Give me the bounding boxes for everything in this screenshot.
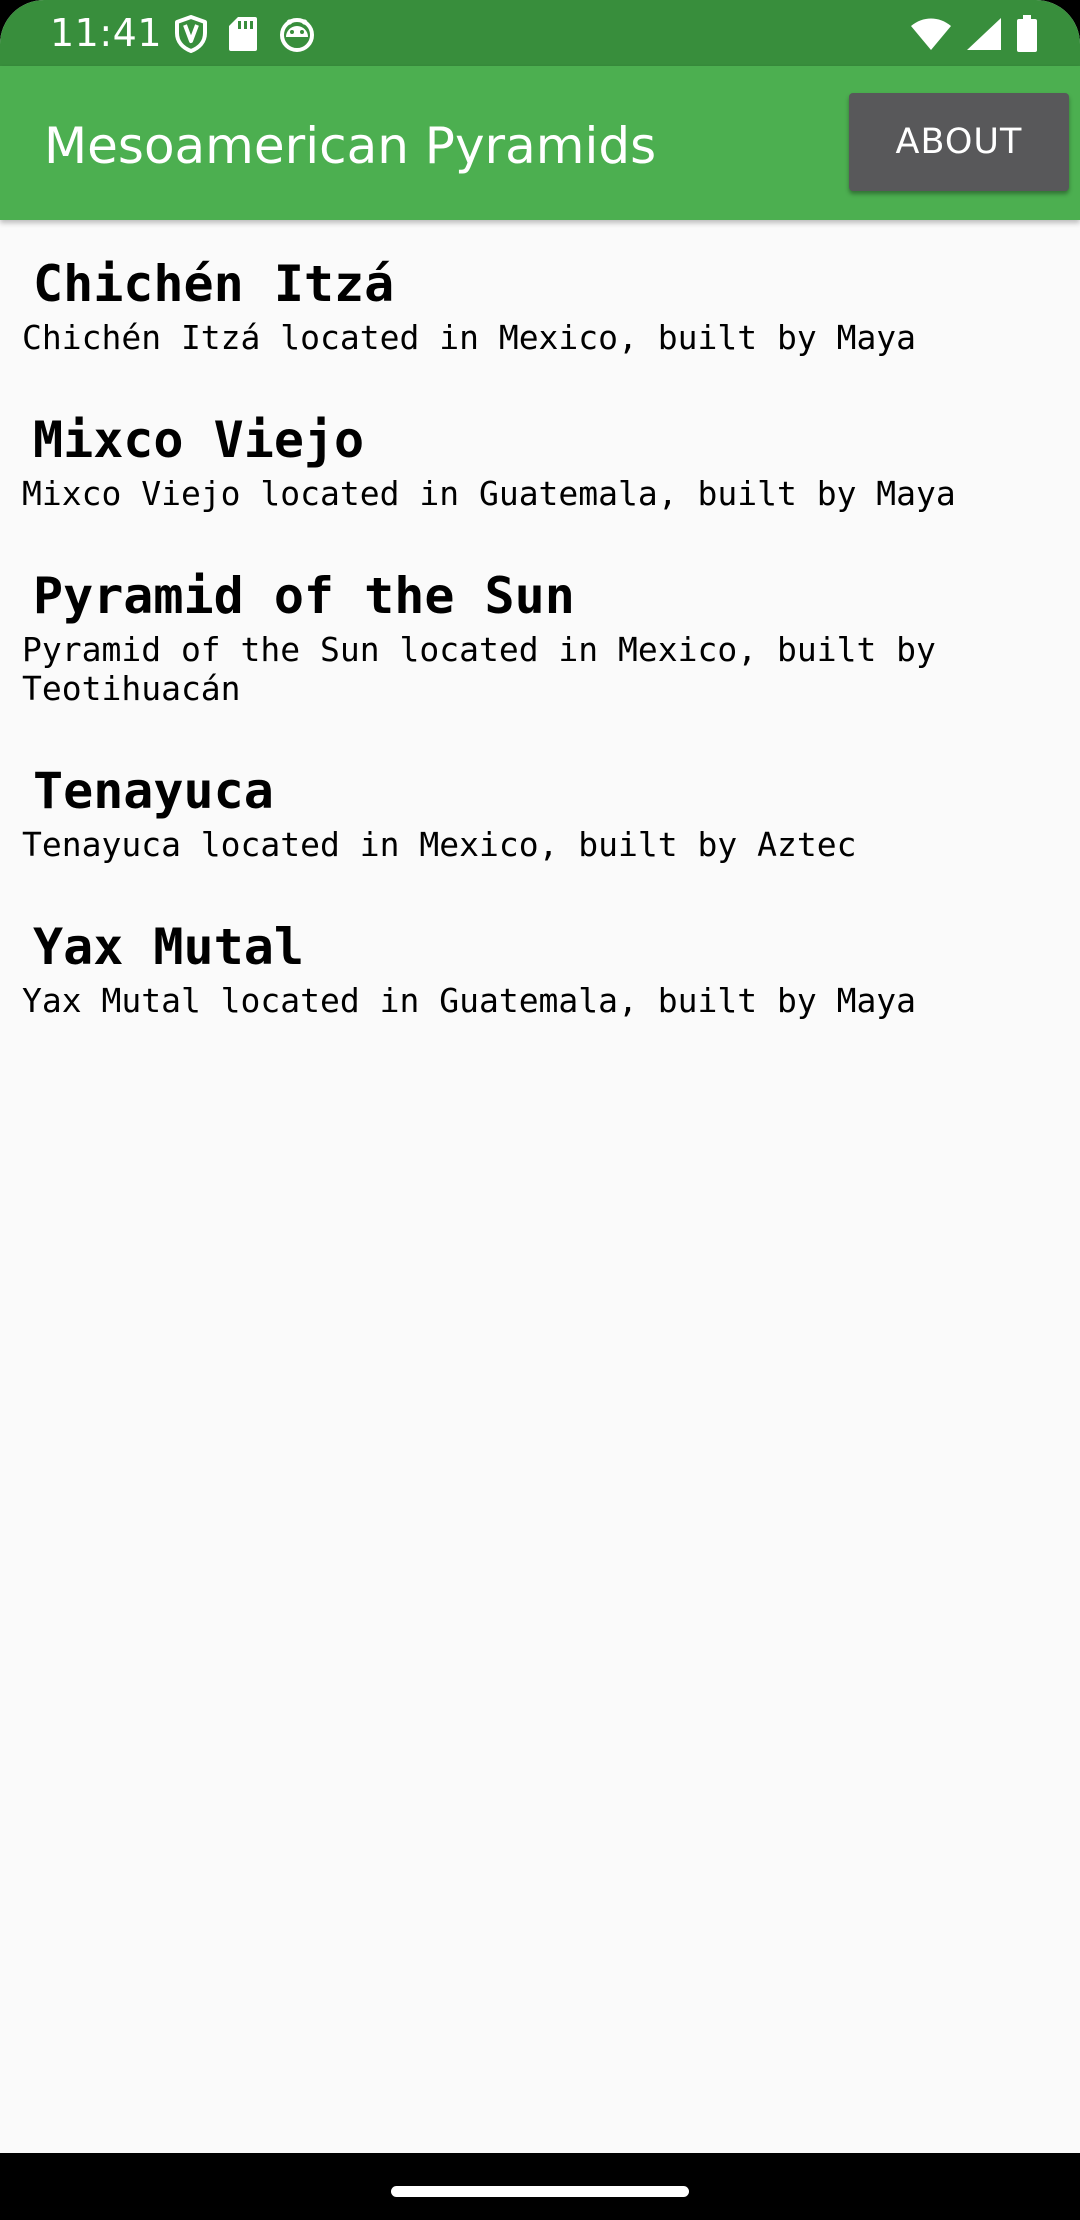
pyramid-description: Mixco Viejo located in Guatemala, built … xyxy=(22,474,956,513)
list-item[interactable]: Tenayuca Tenayuca located in Mexico, bui… xyxy=(0,727,1080,883)
status-bar: 11:41 xyxy=(0,0,1080,66)
status-notification-icons xyxy=(174,14,316,54)
pyramid-name: Tenayuca xyxy=(33,762,274,820)
pyramid-name: Yax Mutal xyxy=(33,918,304,976)
pyramid-name: Mixco Viejo xyxy=(33,411,365,469)
pyramid-name: Chichén Itzá xyxy=(33,255,395,313)
battery-icon xyxy=(1017,15,1037,52)
pyramid-description: Tenayuca located in Mexico, built by Azt… xyxy=(22,825,857,864)
android-debug-icon xyxy=(280,18,314,52)
list-item[interactable]: Chichén Itzá Chichén Itzá located in Mex… xyxy=(0,220,1080,376)
pyramid-description: Pyramid of the Sun located in Mexico, bu… xyxy=(22,630,936,708)
status-time: 11:41 xyxy=(50,11,163,55)
pyramid-name: Pyramid of the Sun xyxy=(33,567,575,625)
status-system-icons xyxy=(910,14,1038,54)
home-gesture-handle[interactable] xyxy=(391,2186,689,2197)
shield-icon xyxy=(175,15,207,53)
list-item[interactable]: Mixco Viejo Mixco Viejo located in Guate… xyxy=(0,376,1080,532)
navigation-bar xyxy=(0,2153,1080,2220)
app-title: Mesoamerican Pyramids xyxy=(44,117,657,175)
list-item[interactable]: Pyramid of the Sun Pyramid of the Sun lo… xyxy=(0,532,1080,727)
pyramid-description: Yax Mutal located in Guatemala, built by… xyxy=(22,981,917,1020)
sd-card-icon xyxy=(229,17,257,51)
list-item[interactable]: Yax Mutal Yax Mutal located in Guatemala… xyxy=(0,883,1080,1039)
wifi-icon xyxy=(911,18,951,50)
pyramid-list: Chichén Itzá Chichén Itzá located in Mex… xyxy=(0,220,1080,1039)
app-screen: 11:41 Mesoamerican Pyramids ABOUT Chiché… xyxy=(0,0,1080,2220)
about-button[interactable]: ABOUT xyxy=(849,93,1069,191)
signal-icon xyxy=(967,18,1001,50)
app-bar: Mesoamerican Pyramids ABOUT xyxy=(0,66,1080,220)
pyramid-description: Chichén Itzá located in Mexico, built by… xyxy=(22,318,917,357)
